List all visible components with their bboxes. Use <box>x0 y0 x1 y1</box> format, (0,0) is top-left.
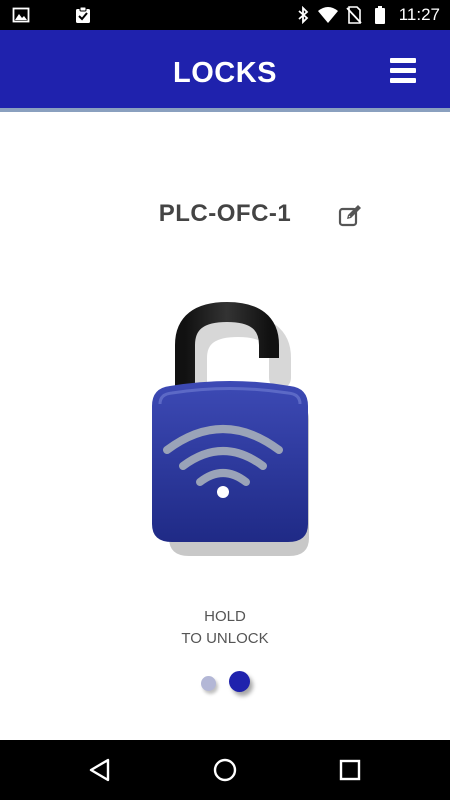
page-title: LOCKS <box>173 57 277 89</box>
page-indicator <box>0 670 450 700</box>
clipboard-check-icon <box>76 6 90 23</box>
screen: 11:27 LOCKS PLC-OFC-1 HOLD TO UNLOCK <box>0 0 450 800</box>
lock-name: PLC-OFC-1 <box>158 200 292 227</box>
page-dot-1[interactable] <box>201 676 216 691</box>
battery-icon <box>375 6 385 24</box>
wifi-icon <box>318 7 338 23</box>
image-icon <box>12 7 30 23</box>
hold-to-unlock-label: HOLD TO UNLOCK <box>0 606 450 650</box>
hold-label-line2: TO UNLOCK <box>181 630 269 647</box>
padlock-unlocked-icon[interactable] <box>130 300 330 570</box>
menu-button[interactable] <box>390 58 416 84</box>
home-icon[interactable] <box>210 755 240 785</box>
back-icon[interactable] <box>85 755 115 785</box>
status-bar: 11:27 <box>0 0 450 30</box>
navigation-bar <box>0 740 450 800</box>
no-sim-icon <box>346 6 362 24</box>
status-time: 11:27 <box>398 5 440 24</box>
page-dot-2-active[interactable] <box>229 671 250 692</box>
recents-icon[interactable] <box>335 755 365 785</box>
edit-icon[interactable] <box>337 203 363 229</box>
hold-label-line1: HOLD <box>204 608 246 625</box>
bluetooth-icon <box>298 6 309 24</box>
app-bar: LOCKS <box>0 30 450 112</box>
